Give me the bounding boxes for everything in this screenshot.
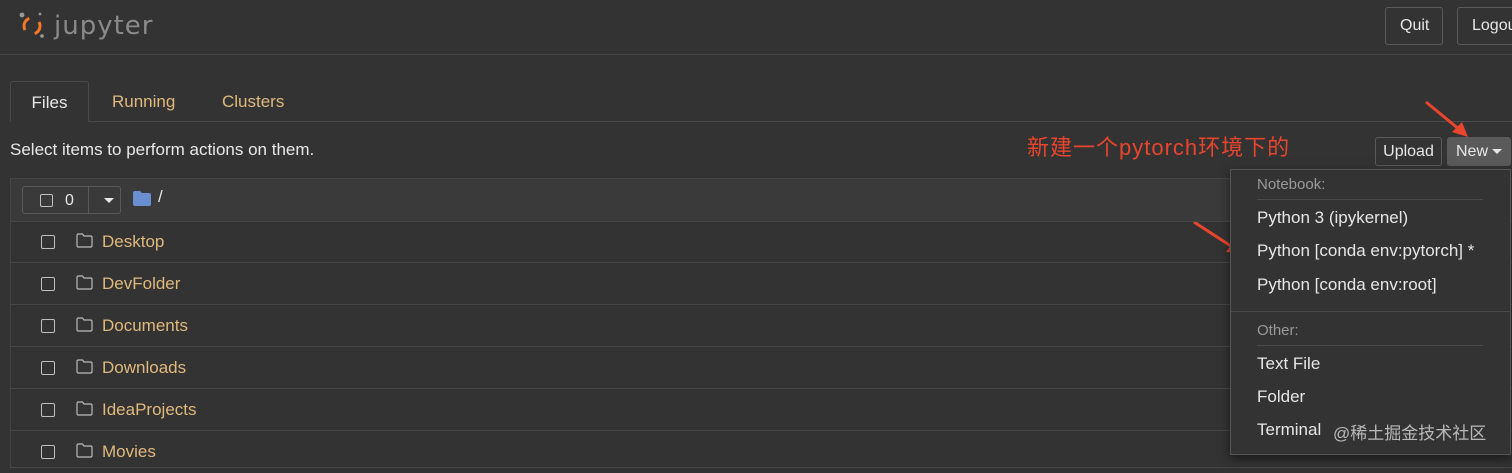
row-checkbox[interactable] xyxy=(41,361,55,375)
folder-icon xyxy=(76,401,93,416)
watermark-text: @稀土掘金技术社区 xyxy=(1333,424,1487,443)
jupyter-logo[interactable]: jupyter xyxy=(16,6,153,46)
new-button[interactable]: New xyxy=(1447,137,1511,166)
other-section-header: Other: xyxy=(1257,322,1299,339)
file-name-link[interactable]: Movies xyxy=(102,442,156,462)
row-checkbox[interactable] xyxy=(41,403,55,417)
select-all-checkbox[interactable] xyxy=(40,194,53,207)
file-name-link[interactable]: Desktop xyxy=(102,232,164,252)
brand-text: jupyter xyxy=(54,11,154,41)
upload-button[interactable]: Upload xyxy=(1375,137,1442,166)
tab-clusters[interactable]: Clusters xyxy=(222,81,284,121)
row-checkbox[interactable] xyxy=(41,235,55,249)
divider xyxy=(1257,199,1483,200)
folder-icon xyxy=(76,359,93,374)
divider xyxy=(88,187,89,213)
file-name-link[interactable]: Documents xyxy=(102,316,188,336)
instructions-text: Select items to perform actions on them. xyxy=(10,140,315,159)
row-checkbox[interactable] xyxy=(41,319,55,333)
folder-icon xyxy=(76,233,93,248)
folder-icon[interactable] xyxy=(133,191,151,206)
menu-item-folder[interactable]: Folder xyxy=(1257,387,1305,407)
file-name-link[interactable]: IdeaProjects xyxy=(102,400,197,420)
notebook-section-header: Notebook: xyxy=(1257,176,1326,193)
breadcrumb: / xyxy=(133,187,163,207)
annotation-text: 新建一个pytorch环境下的 xyxy=(1027,135,1291,160)
breadcrumb-root[interactable]: / xyxy=(158,187,163,207)
menu-item-text-file[interactable]: Text File xyxy=(1257,354,1320,374)
row-checkbox[interactable] xyxy=(41,277,55,291)
folder-icon xyxy=(76,317,93,332)
selected-count: 0 xyxy=(65,192,74,209)
new-dropdown-menu: Notebook: Python 3 (ipykernel) Python [c… xyxy=(1230,169,1511,455)
tab-files[interactable]: Files xyxy=(10,81,89,122)
folder-icon xyxy=(76,275,93,290)
menu-item-python3[interactable]: Python 3 (ipykernel) xyxy=(1257,208,1408,228)
quit-button[interactable]: Quit xyxy=(1385,7,1443,45)
new-button-label: New xyxy=(1456,143,1489,160)
tab-bar: Files Running Clusters xyxy=(10,81,1512,122)
menu-item-terminal[interactable]: Terminal xyxy=(1257,420,1321,440)
header-bar: jupyter Quit Logout xyxy=(0,0,1512,55)
file-name-link[interactable]: Downloads xyxy=(102,358,186,378)
jupyter-logo-icon xyxy=(19,12,44,38)
select-menu-caret-icon[interactable] xyxy=(104,198,114,203)
annotation-arrow-icon xyxy=(1425,100,1468,137)
divider xyxy=(1231,311,1510,312)
select-all-group: 0 xyxy=(22,186,121,214)
divider xyxy=(1257,345,1483,346)
logout-button[interactable]: Logout xyxy=(1457,7,1512,45)
menu-item-conda-pytorch[interactable]: Python [conda env:pytorch] * xyxy=(1257,241,1474,261)
caret-down-icon xyxy=(1492,149,1503,155)
tab-running[interactable]: Running xyxy=(112,81,175,121)
file-name-link[interactable]: DevFolder xyxy=(102,274,180,294)
menu-item-conda-root[interactable]: Python [conda env:root] xyxy=(1257,275,1437,295)
folder-icon xyxy=(76,443,93,458)
